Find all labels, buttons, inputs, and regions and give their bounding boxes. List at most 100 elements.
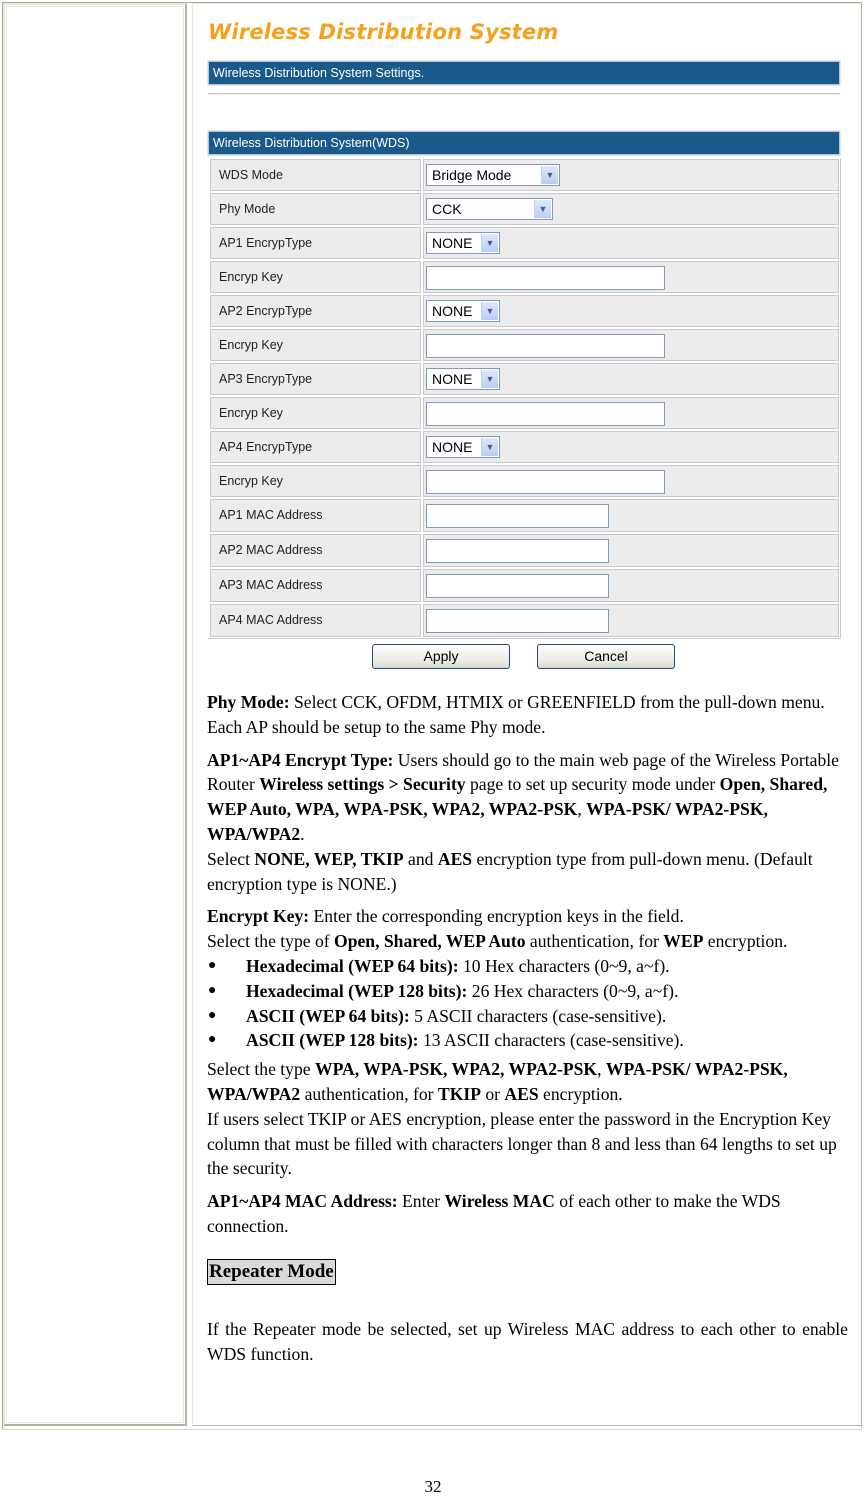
cancel-button[interactable]: Cancel — [537, 644, 675, 669]
body-text: page to set up security mode under — [465, 774, 720, 795]
ap2-mac-input[interactable] — [426, 539, 609, 563]
body-text: encryption. — [703, 931, 788, 952]
list-item: ● Hexadecimal (WEP 128 bits): 26 Hex char… — [207, 979, 848, 1004]
bullet-icon: ● — [208, 957, 217, 973]
emphasis: Open, Shared, WEP Auto — [334, 931, 526, 952]
form-row-ap3-encryp-key: Encryp Key — [208, 396, 840, 430]
body-text: , — [597, 1059, 606, 1080]
wpa-paragraph: Select the type WPA, WPA-PSK, WPA2, WPA2… — [207, 1057, 848, 1181]
ap1-encryp-key-input[interactable] — [426, 266, 665, 290]
body-text: authentication, for — [300, 1083, 438, 1104]
field-label: Encryp Key — [210, 261, 421, 293]
wds-form: WDS Mode Bridge Mode ▼ Phy Mode CCK ▼ AP1 … — [208, 158, 841, 639]
body-text: Select — [207, 848, 255, 869]
field-label: AP3 EncrypType — [210, 363, 421, 395]
bullet-icon: ● — [208, 1032, 217, 1048]
field-label: Encryp Key — [210, 329, 421, 361]
select-value: NONE — [432, 371, 473, 387]
form-row-ap4-encryp-type: AP4 EncrypType NONE ▼ — [208, 430, 840, 464]
description-text: Phy Mode: Select CCK, OFDM, HTMIX or GRE… — [207, 690, 848, 1374]
chevron-down-icon[interactable]: ▼ — [481, 438, 498, 456]
body-text: encryption. — [538, 1083, 623, 1104]
term: AP1~AP4 Encrypt Type: — [207, 749, 394, 770]
field-label: AP4 MAC Address — [210, 604, 421, 637]
chevron-down-icon[interactable]: ▼ — [481, 302, 498, 320]
body-text: 10 Hex characters (0~9, a~f). — [458, 955, 670, 976]
apply-button[interactable]: Apply — [372, 644, 510, 669]
left-margin-cell — [3, 3, 187, 1426]
wds-settings-screenshot: Wireless Distribution System Wireless Di… — [206, 14, 842, 669]
body-text: Enter the corresponding encryption keys … — [309, 906, 684, 927]
ap2-encryp-type-select[interactable]: NONE ▼ — [426, 300, 500, 322]
form-row-ap2-mac: AP2 MAC Address — [208, 533, 840, 568]
term: Phy Mode: — [207, 692, 290, 712]
form-row-ap3-mac: AP3 MAC Address — [208, 568, 840, 603]
encrypt-type-paragraph: AP1~AP4 Encrypt Type: Users should go to… — [207, 748, 848, 897]
list-item: ● Hexadecimal (WEP 64 bits): 10 Hex chara… — [207, 954, 848, 979]
term: ASCII (WEP 128 bits): — [246, 1030, 419, 1051]
body-text: , — [577, 799, 587, 820]
phy-mode-paragraph: Phy Mode: Select CCK, OFDM, HTMIX or GRE… — [207, 690, 848, 740]
chevron-down-icon[interactable]: ▼ — [481, 234, 498, 252]
ap4-encryp-key-input[interactable] — [426, 470, 665, 494]
emphasis: WEP — [663, 931, 704, 952]
field-label: AP4 EncrypType — [210, 431, 421, 463]
chevron-down-icon[interactable]: ▼ — [541, 166, 558, 184]
select-value: NONE — [432, 439, 473, 455]
field-label: AP2 EncrypType — [210, 295, 421, 327]
emphasis: Wireless MAC — [444, 1191, 555, 1212]
form-row-ap1-mac: AP1 MAC Address — [208, 498, 840, 533]
chevron-down-icon[interactable]: ▼ — [481, 370, 498, 388]
emphasis: AES — [504, 1083, 539, 1104]
form-row-ap2-encryp-key: Encryp Key — [208, 328, 840, 362]
body-text: If users select TKIP or AES encryption, … — [207, 1108, 837, 1179]
phy-mode-select[interactable]: CCK ▼ — [426, 198, 553, 220]
ap3-mac-input[interactable] — [426, 574, 609, 598]
select-value: CCK — [432, 201, 462, 217]
body-text: Select the type — [207, 1059, 315, 1080]
chevron-down-icon[interactable]: ▼ — [534, 200, 551, 218]
field-label: Phy Mode — [210, 193, 421, 225]
page-number: 32 — [424, 1477, 442, 1496]
form-buttons: Apply Cancel — [206, 643, 842, 671]
ap4-mac-input[interactable] — [426, 609, 609, 633]
menu-path: Wireless settings > Security — [259, 774, 466, 795]
repeater-paragraph: If the Repeater mode be selected, set up… — [207, 1318, 848, 1364]
body-text: Select the type of — [207, 931, 335, 952]
emphasis: TKIP — [437, 1083, 481, 1104]
form-row-ap1-encryp-type: AP1 EncrypType NONE ▼ — [208, 226, 840, 260]
ap2-encryp-key-input[interactable] — [426, 334, 665, 358]
body-text: Enter — [397, 1191, 445, 1212]
ap3-encryp-key-input[interactable] — [426, 402, 665, 426]
field-label: AP1 EncrypType — [210, 227, 421, 259]
emphasis: NONE, WEP, TKIP — [254, 848, 404, 869]
field-label: Encryp Key — [210, 397, 421, 429]
field-label: Encryp Key — [210, 465, 421, 497]
form-row-ap4-mac: AP4 MAC Address — [208, 603, 840, 638]
select-value: NONE — [432, 303, 473, 319]
term: ASCII (WEP 64 bits): — [246, 1005, 410, 1026]
select-value: Bridge Mode — [432, 167, 512, 183]
field-label: AP3 MAC Address — [210, 569, 421, 602]
field-label: AP2 MAC Address — [210, 534, 421, 567]
body-text: and — [403, 848, 438, 869]
ap4-encryp-type-select[interactable]: NONE ▼ — [426, 436, 500, 458]
term: AP1~AP4 MAC Address: — [207, 1191, 398, 1212]
body-text: authentication, for — [525, 931, 664, 952]
repeater-mode-heading: Repeater Mode — [207, 1258, 336, 1285]
form-row-ap3-encryp-type: AP3 EncrypType NONE ▼ — [208, 362, 840, 396]
settings-header-bar: Wireless Distribution System Settings. — [208, 61, 840, 85]
field-label: WDS Mode — [210, 159, 421, 191]
term: Hexadecimal (WEP 64 bits): — [246, 955, 459, 976]
ap3-encryp-type-select[interactable]: NONE ▼ — [426, 368, 500, 390]
ap1-encryp-type-select[interactable]: NONE ▼ — [426, 232, 500, 254]
divider — [208, 93, 840, 95]
wep-key-list: ● Hexadecimal (WEP 64 bits): 10 Hex chara… — [207, 954, 848, 1053]
form-row-wds-mode: WDS Mode Bridge Mode ▼ — [208, 158, 840, 192]
list-item: ● ASCII (WEP 64 bits): 5 ASCII characters… — [207, 1004, 848, 1029]
wds-mode-select[interactable]: Bridge Mode ▼ — [426, 164, 560, 186]
form-row-phy-mode: Phy Mode CCK ▼ — [208, 192, 840, 226]
form-row-ap2-encryp-type: AP2 EncrypType NONE ▼ — [208, 294, 840, 328]
ap1-mac-input[interactable] — [426, 504, 609, 528]
form-row-ap1-encryp-key: Encryp Key — [208, 260, 840, 294]
